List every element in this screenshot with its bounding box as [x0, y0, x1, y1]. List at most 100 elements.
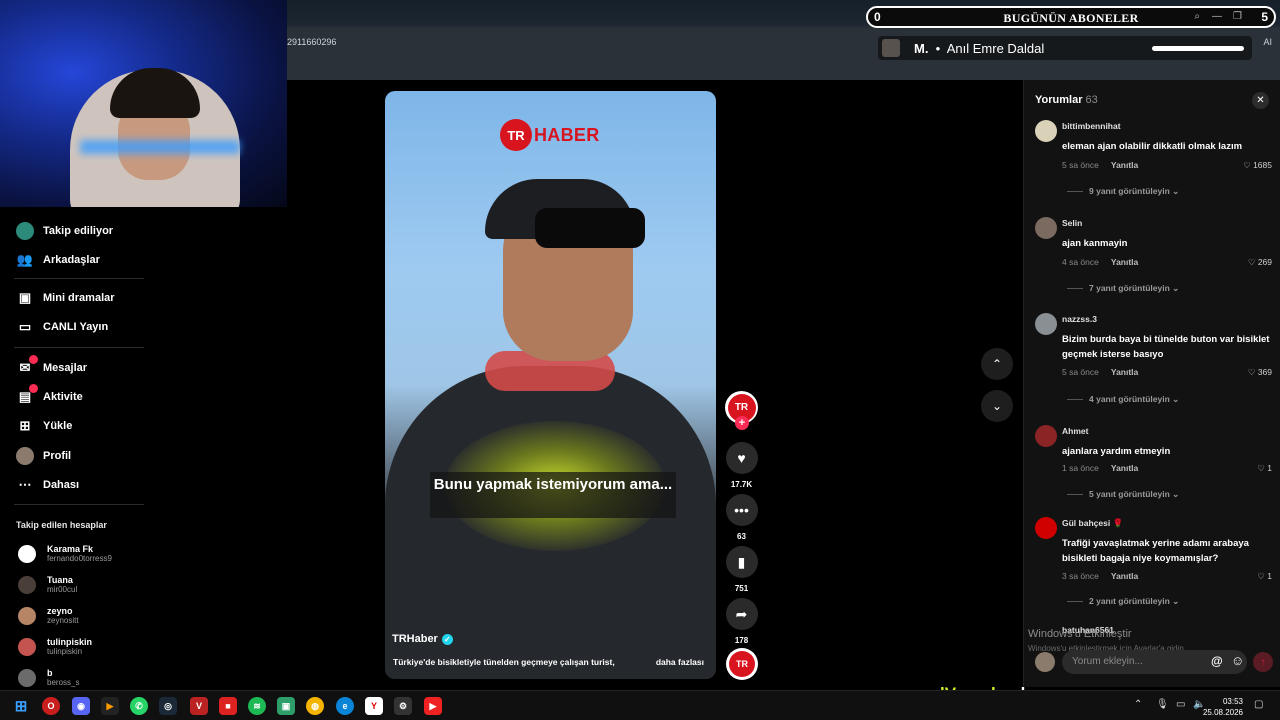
view-replies-button[interactable]: 5 yanıt görüntüleyin ⌄: [1067, 489, 1179, 500]
avatar[interactable]: [1035, 313, 1057, 335]
app-icon[interactable]: ■: [219, 697, 237, 715]
comment-item: Gül bahçesi 🌹 Trafiği yavaşlatmak yerine…: [1035, 517, 1275, 607]
subscriber-tag: M.: [914, 41, 929, 56]
video-player[interactable]: TR HABER Bunu yapmak istemiyorum ama... …: [385, 91, 716, 679]
spotify-icon[interactable]: ≋: [248, 697, 266, 715]
sidebar-item-upload[interactable]: ⊞ Yükle: [16, 416, 73, 436]
network-icon[interactable]: ▭: [1176, 699, 1185, 710]
comment-item: nazzss.3 Bizim burda baya bi tünelde but…: [1035, 313, 1275, 405]
microphone-icon[interactable]: 🎙: [1156, 699, 1169, 710]
reply-button[interactable]: Yanıtla: [1111, 160, 1138, 170]
comment-like[interactable]: ♡ 1685: [1243, 160, 1272, 171]
valorant-icon[interactable]: V: [190, 697, 208, 715]
windows-start-icon[interactable]: ⊞: [12, 697, 30, 715]
previous-video-button[interactable]: ⌃: [981, 348, 1013, 380]
maximize-icon[interactable]: ❐: [1233, 11, 1242, 22]
creator-avatar[interactable]: TR +: [725, 391, 758, 430]
avatar: [18, 576, 36, 594]
comment-like[interactable]: ♡ 1: [1257, 463, 1272, 474]
minimize-icon[interactable]: —: [1212, 11, 1222, 22]
sidebar-item-messages[interactable]: ✉ Mesajlar: [16, 355, 87, 378]
webcam-overlay: [0, 0, 287, 207]
sound-disc[interactable]: TR: [726, 648, 758, 680]
comment-like[interactable]: ♡ 369: [1248, 367, 1272, 378]
mini-drama-icon: ▣: [18, 290, 32, 305]
sidebar-item-following[interactable]: Takip ediliyor: [16, 221, 113, 241]
youtube-icon[interactable]: ▶: [424, 697, 442, 715]
share-button[interactable]: ➦ 178: [725, 598, 758, 645]
settings-gear-icon[interactable]: ⚙: [394, 697, 412, 715]
yandex-icon[interactable]: Y: [365, 697, 383, 715]
comment-like[interactable]: ♡ 269: [1248, 257, 1272, 268]
video-description: Türkiye'de bisikletiyle tünelden geçmeye…: [393, 657, 615, 667]
followed-account[interactable]: zeyno zeynositt: [18, 606, 79, 626]
reply-button[interactable]: Yanıtla: [1111, 571, 1138, 581]
sidebar-item-friends[interactable]: 👥 Arkadaşlar: [16, 250, 100, 270]
opera-icon[interactable]: O: [42, 697, 60, 715]
sidebar-item-activity[interactable]: ▤ Aktivite: [16, 384, 83, 407]
chevron-up-icon[interactable]: ⌃: [1134, 699, 1142, 710]
trhaber-logo: TR HABER: [500, 119, 600, 151]
view-replies-button[interactable]: 7 yanıt görüntüleyin ⌄: [1067, 283, 1179, 294]
upload-icon: ⊞: [19, 418, 31, 433]
like-button[interactable]: ♥ 17.7K: [725, 442, 758, 489]
sidebar-item-mini-dramas[interactable]: ▣ Mini dramalar: [16, 288, 115, 308]
send-icon[interactable]: ↑: [1253, 652, 1273, 672]
mention-icon[interactable]: @: [1211, 654, 1223, 668]
followed-accounts-title: Takip edilen hesaplar: [16, 520, 107, 530]
discord-icon[interactable]: ◉: [72, 697, 90, 715]
followed-account[interactable]: tulinpiskin tulinpiskin: [18, 637, 92, 657]
more-dots-icon: ⋯: [18, 477, 32, 492]
reply-button[interactable]: Yanıtla: [1111, 463, 1138, 473]
save-count: 751: [734, 584, 749, 593]
like-count: 17.7K: [730, 480, 753, 489]
steam-icon[interactable]: ◎: [159, 697, 177, 715]
active-app-icon[interactable]: ▣: [277, 697, 295, 715]
reply-button[interactable]: Yanıtla: [1111, 367, 1138, 377]
comment-like[interactable]: ♡ 1: [1257, 571, 1272, 582]
notification-icon[interactable]: ▢: [1254, 699, 1263, 710]
video-subtitle: Bunu yapmak istemiyorum ama...: [430, 472, 676, 518]
whatsapp-icon[interactable]: ✆: [130, 697, 148, 715]
video-author[interactable]: TRHaber ✓: [392, 633, 453, 645]
emoji-icon[interactable]: ☺: [1231, 653, 1244, 668]
sidebar-item-profile[interactable]: Profil: [16, 446, 71, 466]
streamlabs-icon[interactable]: ▶: [101, 697, 119, 715]
ai-label: AI: [1263, 37, 1272, 47]
search-icon[interactable]: ⌕: [1194, 11, 1200, 22]
messages-icon: ✉: [16, 355, 38, 377]
close-icon[interactable]: ✕: [1252, 92, 1269, 109]
windows-activation-watermark: Windows'u Etkinleştir: [1028, 628, 1132, 640]
comments-panel: Yorumlar 63 ✕ bittimbennihat eleman ajan…: [1023, 80, 1280, 687]
avatar[interactable]: [1035, 120, 1057, 142]
followed-account[interactable]: Tuana mir00cul: [18, 575, 77, 595]
view-replies-button[interactable]: 9 yanıt görüntüleyin ⌄: [1067, 186, 1179, 197]
reply-button[interactable]: Yanıtla: [1111, 257, 1138, 267]
subscriber-avatar: [882, 39, 900, 57]
chevron-up-icon: ⌃: [991, 357, 1003, 371]
avatar: [18, 669, 36, 687]
next-video-button[interactable]: ⌄: [981, 390, 1013, 422]
sidebar-item-live[interactable]: ▭ CANLI Yayın: [16, 317, 108, 337]
avatar[interactable]: [1035, 217, 1057, 239]
followed-account[interactable]: Karama Fk fernando0torress9: [18, 544, 112, 564]
view-replies-button[interactable]: 4 yanıt görüntüleyin ⌄: [1067, 394, 1179, 405]
show-more-link[interactable]: daha fazlası: [656, 657, 704, 667]
comments-title: Yorumlar 63: [1035, 94, 1098, 106]
comment-icon: •••: [725, 494, 758, 526]
comment-item: Ahmet ajanlara yardım etmeyin 1 sa önce Y…: [1035, 425, 1275, 505]
live-icon: ▭: [18, 319, 32, 334]
subscriber-row: M. • Anıl Emre Daldal: [878, 36, 1252, 60]
avatar[interactable]: [1035, 425, 1057, 447]
avatar[interactable]: [1035, 517, 1057, 539]
edge-icon[interactable]: e: [336, 697, 354, 715]
comment-button[interactable]: ••• 63: [725, 494, 758, 541]
system-clock[interactable]: 03:53 25.08.2026: [1203, 696, 1243, 718]
activity-icon: ▤: [16, 384, 38, 406]
follow-plus-icon[interactable]: +: [735, 416, 749, 430]
sidebar-item-more[interactable]: ⋯ Dahası: [16, 475, 80, 495]
view-replies-button[interactable]: 2 yanıt görüntüleyin ⌄: [1067, 596, 1179, 607]
followed-account[interactable]: b beross_s: [18, 668, 79, 688]
chrome-icon[interactable]: ◍: [306, 697, 324, 715]
save-button[interactable]: ▮ 751: [725, 546, 758, 593]
